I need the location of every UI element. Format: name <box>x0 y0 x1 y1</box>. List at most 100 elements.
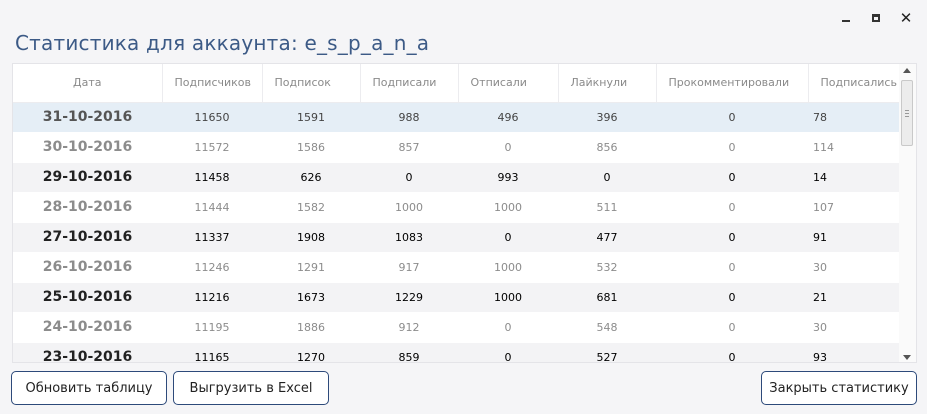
table-row[interactable]: 28-10-2016 11444 1582 1000 1000 511 0 107 <box>13 192 901 223</box>
table-cell: 0 <box>656 312 808 343</box>
table-cell: 477 <box>558 222 656 253</box>
table-cell: 11572 <box>162 132 262 163</box>
column-header[interactable]: Подписали <box>360 64 459 103</box>
table-cell: 1291 <box>262 252 360 283</box>
maximize-button[interactable] <box>861 8 891 28</box>
scroll-down-arrow-icon[interactable] <box>903 355 911 360</box>
table-cell: 527 <box>558 342 656 362</box>
table-cell: 1229 <box>360 282 458 313</box>
date-cell: 24-10-2016 <box>13 312 162 343</box>
minimize-button[interactable] <box>831 8 861 28</box>
stats-grid: Дата Подписчиков Подписок Подписали Отписали… <box>12 63 917 363</box>
table-row[interactable]: 25-10-2016 11216 1673 1229 1000 681 0 21 <box>13 282 901 313</box>
table-row[interactable]: 24-10-2016 11195 1886 912 0 548 0 30 <box>13 312 901 343</box>
table-cell: 857 <box>360 132 458 163</box>
table-cell: 11246 <box>162 252 262 283</box>
table-cell: 0 <box>458 222 558 253</box>
table-cell: 0 <box>360 162 458 193</box>
table-cell: 1000 <box>360 192 458 223</box>
table-cell: 1673 <box>262 282 360 313</box>
table-cell: 859 <box>360 342 458 362</box>
table-cell: 1591 <box>262 102 360 133</box>
window-controls: ✕ <box>831 8 921 28</box>
table-row[interactable]: 26-10-2016 11246 1291 917 1000 532 0 30 <box>13 252 901 283</box>
table-cell: 91 <box>808 222 901 253</box>
column-header[interactable]: Подписок <box>262 64 361 103</box>
export-excel-button[interactable]: Выгрузить в Excel <box>173 371 329 405</box>
stats-table-viewport: Дата Подписчиков Подписок Подписали Отписали… <box>13 64 901 362</box>
table-cell: 11195 <box>162 312 262 343</box>
table-cell: 0 <box>458 342 558 362</box>
table-cell: 11216 <box>162 282 262 313</box>
table-cell: 30 <box>808 252 901 283</box>
table-cell: 114 <box>808 132 901 163</box>
table-cell: 1582 <box>262 192 360 223</box>
table-cell: 0 <box>558 162 656 193</box>
table-body: 31-10-2016 11650 1591 988 496 396 0 78 30-10-201… <box>13 102 901 362</box>
table-row[interactable]: 30-10-2016 11572 1586 857 0 856 0 114 <box>13 132 901 163</box>
table-cell: 0 <box>656 222 808 253</box>
table-cell: 11165 <box>162 342 262 362</box>
table-cell: 532 <box>558 252 656 283</box>
refresh-table-button[interactable]: Обновить таблицу <box>11 371 167 405</box>
table-cell: 988 <box>360 102 458 133</box>
table-cell: 496 <box>458 102 558 133</box>
column-header[interactable]: Прокомментировали <box>656 64 809 103</box>
table-cell: 0 <box>458 132 558 163</box>
column-header[interactable]: Дата <box>13 64 163 103</box>
date-cell: 26-10-2016 <box>13 252 162 283</box>
table-cell: 511 <box>558 192 656 223</box>
table-cell: 1000 <box>458 192 558 223</box>
table-cell: 0 <box>656 102 808 133</box>
table-row[interactable]: 27-10-2016 11337 1908 1083 0 477 0 91 <box>13 222 901 253</box>
column-header[interactable]: Отписали <box>458 64 559 103</box>
column-header[interactable]: Подписались <box>808 64 901 103</box>
column-header[interactable]: Подписчиков <box>162 64 263 103</box>
maximize-icon <box>872 14 880 22</box>
table-cell: 1886 <box>262 312 360 343</box>
table-cell: 0 <box>656 282 808 313</box>
table-cell: 11337 <box>162 222 262 253</box>
table-cell: 856 <box>558 132 656 163</box>
table-cell: 917 <box>360 252 458 283</box>
table-cell: 1083 <box>360 222 458 253</box>
date-cell: 25-10-2016 <box>13 282 162 313</box>
vertical-scrollbar[interactable] <box>899 64 916 362</box>
window-title: Статистика для аккаунта: e_s_p_a_n_a <box>15 31 430 55</box>
table-cell: 1000 <box>458 252 558 283</box>
close-window-button[interactable]: ✕ <box>891 8 921 28</box>
date-cell: 31-10-2016 <box>13 102 162 133</box>
table-cell: 78 <box>808 102 901 133</box>
date-cell: 23-10-2016 <box>13 342 162 362</box>
table-cell: 681 <box>558 282 656 313</box>
table-row[interactable]: 31-10-2016 11650 1591 988 496 396 0 78 <box>13 102 901 133</box>
table-cell: 11458 <box>162 162 262 193</box>
scroll-up-arrow-icon[interactable] <box>903 68 911 73</box>
scrollbar-thumb[interactable] <box>901 80 913 146</box>
table-cell: 626 <box>262 162 360 193</box>
table-cell: 0 <box>656 252 808 283</box>
minimize-icon <box>842 20 850 22</box>
table-cell: 0 <box>656 192 808 223</box>
stats-table: Дата Подписчиков Подписок Подписали Отписали… <box>13 64 901 362</box>
close-statistics-button[interactable]: Закрыть статистику <box>761 371 917 405</box>
table-header-row: Дата Подписчиков Подписок Подписали Отписали… <box>13 64 901 103</box>
table-cell: 0 <box>656 342 808 362</box>
table-cell: 0 <box>656 132 808 163</box>
column-header[interactable]: Лайкнули <box>558 64 657 103</box>
table-cell: 1586 <box>262 132 360 163</box>
table-cell: 0 <box>656 162 808 193</box>
date-cell: 28-10-2016 <box>13 192 162 223</box>
close-icon: ✕ <box>899 8 913 27</box>
table-cell: 1270 <box>262 342 360 362</box>
date-cell: 30-10-2016 <box>13 132 162 163</box>
date-cell: 29-10-2016 <box>13 162 162 193</box>
table-cell: 993 <box>458 162 558 193</box>
table-cell: 11444 <box>162 192 262 223</box>
table-cell: 21 <box>808 282 901 313</box>
date-cell: 27-10-2016 <box>13 222 162 253</box>
table-cell: 14 <box>808 162 901 193</box>
table-row[interactable]: 29-10-2016 11458 626 0 993 0 0 14 <box>13 162 901 193</box>
table-row[interactable]: 23-10-2016 11165 1270 859 0 527 0 93 <box>13 342 901 362</box>
table-cell: 107 <box>808 192 901 223</box>
